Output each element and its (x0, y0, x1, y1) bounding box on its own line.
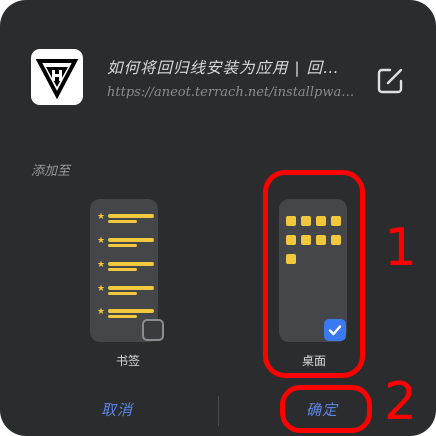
annotation-number-2: 2 (384, 372, 418, 432)
page-url: https://aneot.terrach.net/installpwa… (107, 85, 355, 100)
annotation-number-1: 1 (384, 218, 418, 278)
section-label: 添加至 (31, 164, 71, 179)
star-icon: ★ (97, 236, 106, 246)
star-icon: ★ (97, 307, 106, 317)
option-bookmark-label: 书签 (115, 354, 140, 368)
star-icon: ★ (97, 212, 106, 222)
cancel-button[interactable]: 取消 (67, 399, 167, 420)
star-icon: ★ (97, 260, 106, 270)
app-logo-icon (31, 49, 83, 105)
bookmark-row: ★ (97, 284, 157, 297)
star-icon: ★ (97, 284, 106, 294)
bookmark-row: ★ (97, 260, 157, 273)
bookmark-checkbox[interactable] (142, 319, 164, 341)
bookmark-row: ★ (97, 212, 157, 225)
button-divider (218, 396, 219, 426)
highlight-desktop-option (263, 170, 365, 378)
page-title: 如何将回归线安装为应用 | 回… (107, 59, 340, 77)
bookmark-row: ★ (97, 236, 157, 249)
option-bookmark[interactable]: ★ ★ ★ ★ ★ (90, 199, 166, 346)
edit-icon[interactable] (377, 67, 404, 94)
add-to-dialog: 如何将回归线安装为应用 | 回… https://aneot.terrach.n… (0, 0, 436, 436)
highlight-confirm-button (280, 385, 372, 433)
